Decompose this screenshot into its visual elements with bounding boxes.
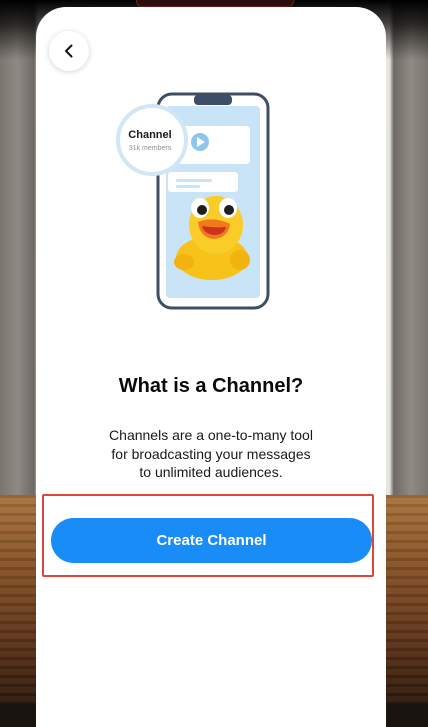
back-button[interactable] [49, 31, 89, 71]
chevron-left-icon [65, 44, 73, 58]
channel-illustration: Channel 31k members [116, 92, 270, 310]
phone-notch [194, 95, 232, 105]
create-channel-button[interactable]: Create Channel [51, 518, 372, 563]
description-line: to unlimited audiences. [139, 464, 283, 480]
description: Channels are a one-to-many tool for broa… [86, 426, 336, 482]
message-card [178, 126, 250, 164]
message-line [176, 185, 200, 188]
page-title: What is a Channel? [118, 375, 304, 397]
message-line [176, 179, 212, 182]
top-notch [136, 0, 294, 7]
bubble-subtitle: 31k members [129, 145, 172, 152]
description-line: Channels are a one-to-many tool [109, 427, 313, 443]
description-line: for broadcasting your messages [111, 445, 311, 462]
bubble-title: Channel [128, 129, 171, 141]
channel-bubble: Channel 31k members [116, 104, 188, 176]
